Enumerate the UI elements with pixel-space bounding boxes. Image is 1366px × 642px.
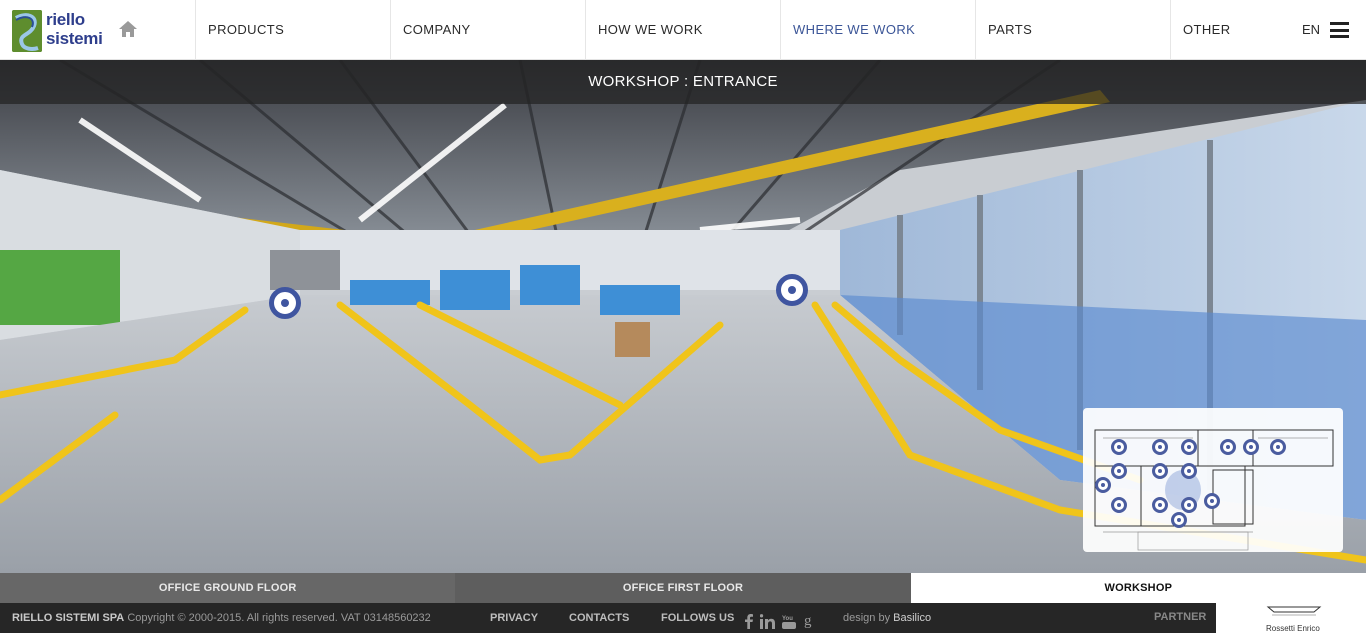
footer-contacts-link[interactable]: CONTACTS: [569, 603, 629, 634]
footer-design-by: design by: [843, 612, 891, 624]
youtube-icon[interactable]: You: [782, 611, 796, 629]
svg-text:g: g: [804, 614, 812, 629]
nav-item-products[interactable]: PRODUCTS: [195, 0, 390, 60]
nav-item-where-we-work[interactable]: WHERE WE WORK: [780, 0, 975, 60]
minimap-hotspot[interactable]: [1111, 439, 1127, 455]
minimap-hotspot[interactable]: [1095, 477, 1111, 493]
tab-workshop[interactable]: WORKSHOP: [910, 573, 1366, 603]
facebook-icon[interactable]: [744, 611, 753, 629]
minimap-hotspot[interactable]: [1243, 439, 1259, 455]
nav-item-parts[interactable]: PARTS: [975, 0, 1170, 60]
main-nav: PRODUCTS COMPANY HOW WE WORK WHERE WE WO…: [195, 0, 1365, 60]
minimap-hotspot[interactable]: [1181, 463, 1197, 479]
panorama-hotspot-left[interactable]: [269, 287, 301, 319]
minimap-hotspot[interactable]: [1152, 463, 1168, 479]
tab-office-ground-floor[interactable]: OFFICE GROUND FLOOR: [0, 573, 456, 603]
home-icon[interactable]: [118, 20, 138, 38]
partner-name: Rossetti Enrico: [1266, 624, 1320, 633]
language-switch[interactable]: EN: [1302, 0, 1320, 60]
minimap-hotspot[interactable]: [1204, 493, 1220, 509]
svg-text:You: You: [782, 616, 793, 622]
logo-mark-icon: [12, 10, 42, 52]
minimap-hotspot[interactable]: [1181, 439, 1197, 455]
nav-item-how-we-work[interactable]: HOW WE WORK: [585, 0, 780, 60]
panorama-title: WORKSHOP : ENTRANCE: [0, 60, 1366, 104]
logo-text-line2: sistemi: [46, 29, 103, 48]
riello-logo[interactable]: riello sistemi: [12, 10, 108, 52]
googleplus-icon[interactable]: g: [804, 611, 815, 629]
linkedin-icon[interactable]: [759, 611, 775, 629]
minimap-hotspot[interactable]: [1181, 497, 1197, 513]
minimap-hotspot[interactable]: [1152, 439, 1168, 455]
nav-item-company[interactable]: COMPANY: [390, 0, 585, 60]
panorama-hotspot-center[interactable]: [776, 274, 808, 306]
tab-office-first-floor[interactable]: OFFICE FIRST FLOOR: [455, 573, 911, 603]
footer-follow-us: FOLLOWS US: [661, 612, 735, 624]
footer-company: RIELLO SISTEMI SPA: [12, 612, 125, 624]
footer-copyright: Copyright © 2000-2015. All rights reserv…: [127, 612, 431, 624]
hamburger-menu-icon[interactable]: [1330, 22, 1349, 38]
minimap-hotspot[interactable]: [1111, 497, 1127, 513]
floor-tabs: OFFICE GROUND FLOOR OFFICE FIRST FLOOR W…: [0, 573, 1366, 603]
site-header: riello sistemi PRODUCTS COMPANY HOW WE W…: [0, 0, 1366, 60]
floor-plan-drawing: [1094, 429, 1334, 551]
partner-logo-icon: [1266, 606, 1322, 616]
minimap-hotspot[interactable]: [1220, 439, 1236, 455]
minimap-hotspot[interactable]: [1111, 463, 1127, 479]
minimap-hotspot-current[interactable]: [1171, 512, 1187, 528]
footer-partner-label: PARTNER: [1154, 611, 1207, 623]
logo-text-line1: riello: [46, 10, 85, 29]
footer-designer-link[interactable]: Basilico: [893, 612, 931, 624]
site-footer: RIELLO SISTEMI SPA Copyright © 2000-2015…: [0, 603, 1216, 633]
footer-privacy-link[interactable]: PRIVACY: [490, 603, 538, 634]
floor-minimap[interactable]: [1083, 408, 1343, 552]
minimap-hotspot[interactable]: [1270, 439, 1286, 455]
panorama-viewer[interactable]: WORKSHOP : ENTRANCE: [0, 60, 1366, 573]
minimap-hotspot[interactable]: [1152, 497, 1168, 513]
partner-logo[interactable]: Rossetti Enrico: [1216, 603, 1366, 633]
